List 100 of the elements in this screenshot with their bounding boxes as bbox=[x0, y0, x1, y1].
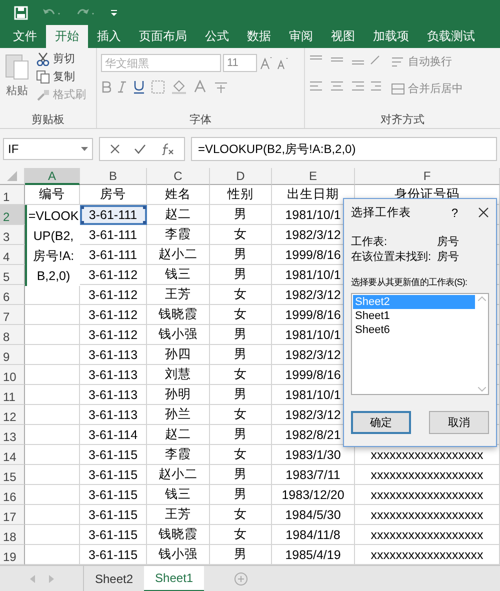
close-icon[interactable] bbox=[478, 207, 489, 218]
ribbon-tab[interactable]: 负载测试 bbox=[418, 25, 484, 48]
phonetic-icon[interactable] bbox=[213, 80, 229, 94]
table-cell: 王芳 bbox=[147, 505, 210, 525]
table-cell: 刘慧 bbox=[147, 365, 210, 385]
row-header[interactable]: 3 bbox=[0, 225, 25, 245]
column-header[interactable]: D bbox=[210, 168, 272, 185]
formula-field[interactable]: =VLOOKUP(B2,房号!A:B,2,0) bbox=[191, 137, 497, 161]
add-sheet-icon[interactable] bbox=[234, 572, 248, 586]
table-cell: 性别 bbox=[210, 185, 272, 205]
cut-button[interactable]: 剪切 bbox=[36, 51, 86, 66]
scroll-up-icon[interactable] bbox=[478, 296, 486, 301]
table-cell: 3-61-115 bbox=[80, 545, 147, 565]
row-header[interactable]: 17 bbox=[0, 505, 25, 525]
name-box[interactable]: IF bbox=[3, 138, 93, 160]
row-header[interactable]: 6 bbox=[0, 285, 25, 305]
scissors-icon[interactable] bbox=[36, 52, 50, 66]
ribbon-tab[interactable]: 审阅 bbox=[280, 25, 322, 48]
bold-icon[interactable] bbox=[101, 81, 111, 93]
row-header[interactable]: 8 bbox=[0, 325, 25, 345]
row-header[interactable]: 19 bbox=[0, 545, 25, 565]
table-cell bbox=[25, 385, 80, 405]
table-cell: 3-61-115 bbox=[80, 485, 147, 505]
column-header[interactable]: F bbox=[355, 168, 500, 185]
ok-button[interactable]: 确定 bbox=[351, 411, 411, 434]
merge-icon[interactable] bbox=[391, 82, 405, 96]
column-header[interactable]: C bbox=[147, 168, 210, 185]
enter-icon[interactable] bbox=[134, 144, 146, 154]
row-header[interactable]: 9 bbox=[0, 345, 25, 365]
italic-icon[interactable] bbox=[117, 81, 127, 93]
row-header[interactable]: 12 bbox=[0, 405, 25, 425]
insert-function-icon[interactable] bbox=[160, 143, 174, 155]
wrap-text-icon[interactable] bbox=[391, 54, 405, 68]
previous-sheet-icon[interactable] bbox=[30, 575, 34, 583]
next-sheet-icon[interactable] bbox=[48, 575, 54, 583]
ribbon-tab[interactable]: 插入 bbox=[88, 25, 130, 48]
column-header[interactable]: A bbox=[25, 168, 80, 185]
row-header[interactable]: 18 bbox=[0, 525, 25, 545]
save-icon[interactable] bbox=[14, 6, 28, 20]
sheet-list-item[interactable]: Sheet6 bbox=[353, 323, 475, 337]
column-header[interactable]: E bbox=[272, 168, 355, 185]
dropdown-icon[interactable] bbox=[81, 146, 88, 152]
group-label: 剪贴板 bbox=[30, 112, 66, 128]
brush-icon[interactable] bbox=[36, 88, 50, 102]
table-cell: 钱三 bbox=[147, 265, 210, 285]
ribbon-tab[interactable]: 视图 bbox=[322, 25, 364, 48]
row-header[interactable]: 14 bbox=[0, 445, 25, 465]
row-header[interactable]: 10 bbox=[0, 365, 25, 385]
underline-icon[interactable] bbox=[133, 80, 145, 94]
ribbon-tab[interactable]: 开始 bbox=[46, 25, 88, 48]
table-cell: 编号 bbox=[25, 185, 80, 205]
row-header[interactable]: 2 bbox=[0, 205, 25, 225]
row-header[interactable]: 13 bbox=[0, 425, 25, 445]
row-header[interactable]: 16 bbox=[0, 485, 25, 505]
sheet-list[interactable]: Sheet2 Sheet1 Sheet6 bbox=[351, 293, 489, 395]
table-cell bbox=[25, 465, 80, 485]
table-cell: 女 bbox=[210, 405, 272, 425]
paste-button[interactable]: 粘贴 bbox=[4, 51, 30, 112]
row-header[interactable]: 15 bbox=[0, 465, 25, 485]
row-header[interactable]: 7 bbox=[0, 305, 25, 325]
row-header[interactable]: 4 bbox=[0, 245, 25, 265]
row-header[interactable]: 5 bbox=[0, 265, 25, 285]
help-button[interactable]: ? bbox=[451, 206, 458, 220]
cell-editor[interactable]: =VLOOKUP(B2,房号!A:B,2,0) bbox=[25, 205, 80, 286]
sheet-list-item[interactable]: Sheet1 bbox=[353, 309, 475, 323]
sheet-tab[interactable]: Sheet1 bbox=[144, 566, 204, 591]
table-cell: 3-61-115 bbox=[80, 505, 147, 525]
table-cell: 男 bbox=[210, 485, 272, 505]
table-cell: 1983/12/20 bbox=[272, 485, 355, 505]
copy-icon[interactable] bbox=[36, 70, 50, 84]
ribbon-tab[interactable]: 公式 bbox=[196, 25, 238, 48]
table-cell bbox=[25, 485, 80, 505]
table-cell: xxxxxxxxxxxxxxxxxx bbox=[355, 545, 500, 565]
border-icon[interactable] bbox=[151, 80, 165, 94]
row-header[interactable]: 1 bbox=[0, 185, 25, 205]
column-header[interactable]: B bbox=[80, 168, 147, 185]
font-color-icon[interactable] bbox=[193, 80, 207, 94]
table-cell: 3-61-112 bbox=[80, 305, 147, 325]
ribbon-tab[interactable]: 数据 bbox=[238, 25, 280, 48]
sheet-tab[interactable]: Sheet2 bbox=[84, 566, 144, 591]
cancel-button[interactable]: 取消 bbox=[429, 411, 489, 434]
select-all-icon[interactable] bbox=[7, 171, 17, 181]
table-cell: 钱晓霞 bbox=[147, 525, 210, 545]
ribbon-tab[interactable]: 页面布局 bbox=[130, 25, 196, 48]
customize-toolbar-icon[interactable] bbox=[110, 8, 118, 16]
row-header[interactable]: 11 bbox=[0, 385, 25, 405]
table-cell bbox=[25, 325, 80, 345]
table-cell: 男 bbox=[210, 325, 272, 345]
vertical-align-icon[interactable] bbox=[309, 54, 381, 66]
ribbon-tab[interactable]: 文件 bbox=[4, 25, 46, 48]
cancel-icon[interactable] bbox=[110, 144, 120, 154]
ribbon-tab[interactable]: 加载项 bbox=[364, 25, 418, 48]
copy-button[interactable]: 复制 bbox=[36, 69, 86, 84]
fill-color-icon[interactable] bbox=[171, 80, 187, 94]
scroll-down-icon[interactable] bbox=[478, 387, 486, 392]
table-cell: 3-61-115 bbox=[80, 465, 147, 485]
horizontal-align-icon[interactable] bbox=[309, 80, 381, 92]
table-cell: 李霞 bbox=[147, 445, 210, 465]
font-size-field[interactable]: 11 bbox=[223, 54, 257, 72]
table-cell: 3-61-113 bbox=[80, 385, 147, 405]
